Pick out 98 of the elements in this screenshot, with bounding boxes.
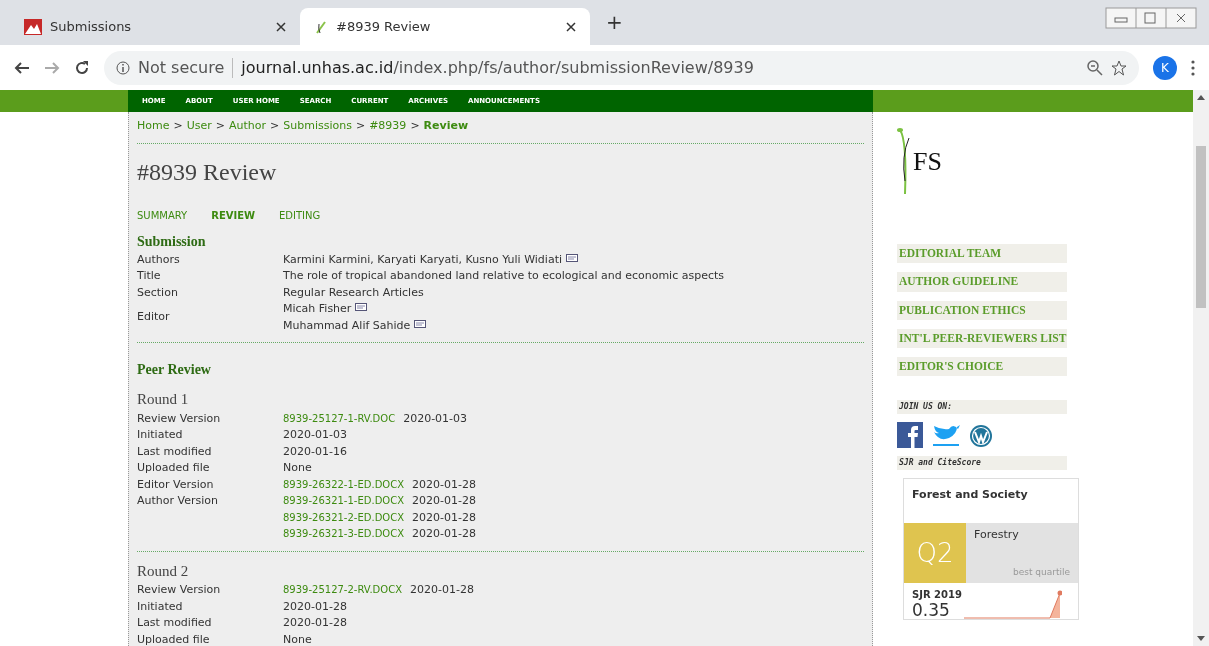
- mountain-icon: [24, 18, 42, 35]
- file-link[interactable]: 8939-26321-1-ED.DOCX: [283, 493, 405, 510]
- journal-logo[interactable]: FS: [897, 126, 967, 196]
- journal-name: Forest and Society: [911, 487, 1029, 504]
- section-tab[interactable]: EDITING: [279, 207, 321, 223]
- field-value: Karmini Karmini, Karyati Karyati, Kusno Yuli Widiati: [283, 251, 562, 268]
- field-value: Regular Research Articles: [283, 284, 424, 301]
- file-link[interactable]: 8939-25127-1-RV.DOC: [283, 410, 396, 427]
- metric-label: SJR 2019: [912, 588, 962, 603]
- scrollbar[interactable]: [1193, 90, 1209, 646]
- file-date: 2020-01-28: [412, 509, 476, 526]
- field-label: Last modified: [137, 615, 213, 631]
- star-icon[interactable]: [1111, 59, 1127, 76]
- round-heading: Round 2: [137, 561, 190, 581]
- profile-avatar[interactable]: K: [1153, 55, 1177, 80]
- info-icon[interactable]: [116, 60, 130, 75]
- envelope-icon[interactable]: [566, 253, 578, 262]
- field-value: None: [283, 460, 312, 476]
- field-label: Editor: [137, 309, 171, 326]
- file-link[interactable]: 8939-25127-2-RV.DOCX: [283, 582, 402, 599]
- field-value: None: [283, 631, 312, 646]
- round-heading: Round 1: [137, 390, 190, 409]
- breadcrumb-separator: >: [410, 118, 420, 134]
- leaf-icon: [314, 19, 328, 34]
- zoom-icon[interactable]: [1087, 59, 1103, 76]
- breadcrumb-link[interactable]: Author: [229, 118, 267, 135]
- envelope-icon[interactable]: [355, 303, 368, 312]
- quartile-badge: Q2: [904, 523, 966, 584]
- field-label: Review Version: [137, 410, 222, 427]
- envelope-icon[interactable]: [414, 319, 427, 328]
- menu-icon[interactable]: [1191, 59, 1195, 76]
- field-label: Title: [137, 268, 162, 284]
- close-icon[interactable]: [276, 21, 286, 32]
- field-value: 2020-01-03: [283, 427, 347, 443]
- breadcrumb-link[interactable]: Review: [423, 118, 469, 135]
- file-date: 2020-01-28: [412, 526, 476, 542]
- sidebar-link[interactable]: PUBLICATION ETHICS: [897, 300, 1067, 320]
- field-label: Uploaded file: [137, 631, 211, 646]
- section-tab[interactable]: SUMMARY: [137, 207, 188, 223]
- bird-icon[interactable]: [931, 424, 961, 449]
- sidebar-link[interactable]: EDITOR'S CHOICE: [897, 357, 1067, 377]
- browser-tab[interactable]: Submissions: [10, 8, 300, 45]
- category-label: Forestry: [974, 527, 1020, 544]
- page-title: #8939 Review: [137, 157, 278, 187]
- sidebar-link[interactable]: AUTHOR GUIDELINE: [897, 272, 1067, 292]
- tab-title: Submissions: [50, 17, 133, 36]
- file-date: 2020-01-03: [403, 410, 468, 427]
- sidebar-link[interactable]: INT'L PEER-REVIEWERS LIST: [897, 328, 1067, 348]
- file-link[interactable]: 8939-26321-2-ED.DOCX: [283, 509, 405, 526]
- breadcrumb-link[interactable]: #8939: [369, 118, 407, 135]
- field-value: Micah Fisher: [283, 301, 352, 317]
- browser-tab[interactable]: #8939 Review: [300, 8, 590, 45]
- security-label: Not secure: [138, 56, 225, 79]
- sidebar-heading: SJR and CiteScore: [897, 456, 1067, 471]
- breadcrumb-separator: >: [270, 118, 280, 134]
- field-label: Authors: [137, 251, 181, 268]
- field-label: Author Version: [137, 493, 219, 509]
- sidebar-link[interactable]: EDITORIAL TEAM: [897, 244, 1067, 264]
- section-heading: Submission: [137, 232, 207, 251]
- field-label: Review Version: [137, 582, 222, 598]
- close-icon[interactable]: [566, 21, 576, 32]
- section-tab[interactable]: REVIEW: [211, 207, 256, 223]
- breadcrumb-link[interactable]: Home: [137, 118, 170, 135]
- breadcrumb-link[interactable]: User: [186, 118, 212, 135]
- quartile-note: best quartile: [1011, 565, 1070, 579]
- file-date: 2020-01-28: [410, 582, 474, 598]
- file-date: 2020-01-28: [412, 476, 476, 493]
- breadcrumb-separator: >: [173, 118, 183, 134]
- sprout-icon: [897, 126, 911, 196]
- field-label: Initiated: [137, 427, 184, 443]
- field-label: Editor Version: [137, 476, 215, 493]
- field-value: 2020-01-28: [283, 598, 347, 615]
- field-label: Last modified: [137, 443, 213, 460]
- file-link[interactable]: 8939-26322-1-ED.DOCX: [283, 476, 405, 493]
- field-value: The role of tropical abandoned land relative to ecological and economic aspects: [283, 268, 724, 284]
- field-value: Muhammad Alif Sahide: [283, 317, 411, 334]
- url-text[interactable]: journal.unhas.ac.id/index.php/fs/author/submissionReview/8939: [241, 55, 754, 80]
- breadcrumb-separator: >: [355, 118, 366, 134]
- sidebar-heading: JOIN US ON:: [897, 400, 1067, 415]
- breadcrumb-separator: >: [215, 118, 225, 134]
- wordpress-icon[interactable]: [969, 424, 993, 449]
- field-value: 2020-01-16: [283, 443, 347, 460]
- back-icon[interactable]: [14, 59, 30, 76]
- metric-value: 0.35: [912, 602, 951, 620]
- new-tab-button[interactable]: +: [590, 7, 639, 45]
- field-label: Uploaded file: [137, 460, 211, 476]
- reload-icon[interactable]: [74, 59, 90, 76]
- file-date: 2020-01-28: [412, 493, 476, 509]
- facebook-icon[interactable]: [897, 422, 923, 449]
- field-label: Initiated: [137, 598, 184, 615]
- file-link[interactable]: 8939-26321-3-ED.DOCX: [283, 526, 405, 543]
- breadcrumb-link[interactable]: Submissions: [283, 118, 352, 135]
- sjr-widget[interactable]: Forest and Society Q2 Forestry best quartile SJR 2019 0.35: [903, 478, 1079, 621]
- field-label: Section: [137, 284, 179, 301]
- field-value: 2020-01-28: [283, 615, 347, 631]
- scrollbar-thumb[interactable]: [1196, 146, 1206, 308]
- section-heading: Peer Review: [137, 361, 212, 379]
- tab-title: #8939 Review: [336, 17, 432, 36]
